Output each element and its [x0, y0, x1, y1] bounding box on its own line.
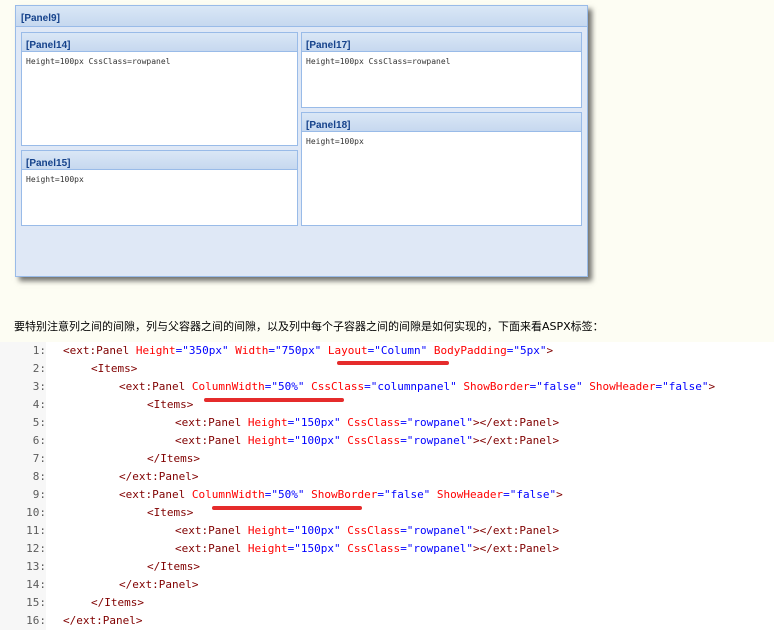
- line-number: 9:: [0, 486, 46, 504]
- panel-15-title: [Panel15]: [26, 158, 71, 169]
- code-line: 7: </Items>: [0, 450, 774, 468]
- line-number: 3:: [0, 378, 46, 396]
- panel-14-title: [Panel14]: [26, 40, 71, 51]
- code-line: 15: </Items>: [0, 594, 774, 612]
- code-line: 11: <ext:Panel Height="100px" CssClass="r…: [0, 522, 774, 540]
- line-number: 6:: [0, 432, 46, 450]
- line-number: 1:: [0, 342, 46, 360]
- line-number: 5:: [0, 414, 46, 432]
- line-number: 15:: [0, 594, 46, 612]
- code-line: 13: </Items>: [0, 558, 774, 576]
- panel-14: [Panel14] Height=100px CssClass=rowpanel: [21, 32, 298, 146]
- panel-demo-screenshot: [Panel9] [Panel14] Height=100px CssClass…: [15, 5, 588, 277]
- highlight-underline-layout: [337, 361, 449, 365]
- code-line: 8: </ext:Panel>: [0, 468, 774, 486]
- panel-17: [Panel17] Height=100px CssClass=rowpanel: [301, 32, 582, 108]
- line-number: 10:: [0, 504, 46, 522]
- line-number: 16:: [0, 612, 46, 630]
- code-line: 12: <ext:Panel Height="150px" CssClass="r…: [0, 540, 774, 558]
- code-line: 3: <ext:Panel ColumnWidth="50%" CssClass=…: [0, 378, 774, 396]
- panel-18-body: Height=100px: [306, 137, 364, 146]
- panel-18-header: [Panel18]: [302, 113, 581, 132]
- code-line: 5: <ext:Panel Height="150px" CssClass="ro…: [0, 414, 774, 432]
- panel-17-body: Height=100px CssClass=rowpanel: [306, 57, 451, 66]
- code-line: 9: <ext:Panel ColumnWidth="50%" ShowBorde…: [0, 486, 774, 504]
- highlight-underline-columnwidth-1: [204, 398, 344, 402]
- panel-17-title: [Panel17]: [306, 40, 351, 51]
- code-line: 14: </ext:Panel>: [0, 576, 774, 594]
- line-number: 14:: [0, 576, 46, 594]
- line-number: 8:: [0, 468, 46, 486]
- panel-14-header: [Panel14]: [22, 33, 297, 52]
- panel-17-header: [Panel17]: [302, 33, 581, 52]
- outer-panel-body: [Panel14] Height=100px CssClass=rowpanel…: [16, 27, 587, 276]
- line-number: 4:: [0, 396, 46, 414]
- code-line: 4: <Items>: [0, 396, 774, 414]
- line-number: 11:: [0, 522, 46, 540]
- panel-18: [Panel18] Height=100px: [301, 112, 582, 226]
- line-number: 2:: [0, 360, 46, 378]
- panel-14-body: Height=100px CssClass=rowpanel: [26, 57, 171, 66]
- panel-18-title: [Panel18]: [306, 120, 351, 131]
- highlight-underline-columnwidth-2: [212, 506, 362, 510]
- code-line: 6: <ext:Panel Height="100px" CssClass="ro…: [0, 432, 774, 450]
- code-line: 1: <ext:Panel Height="350px" Width="750px…: [0, 342, 774, 360]
- panel-15: [Panel15] Height=100px: [21, 150, 298, 226]
- line-number: 12:: [0, 540, 46, 558]
- outer-panel-title: [Panel9]: [21, 13, 60, 24]
- panel-15-body: Height=100px: [26, 175, 84, 184]
- outer-panel-header: [Panel9]: [16, 6, 587, 27]
- line-number: 7:: [0, 450, 46, 468]
- line-number: 13:: [0, 558, 46, 576]
- code-block: 1: <ext:Panel Height="350px" Width="750px…: [0, 342, 774, 630]
- description-text: 要特别注意列之间的间隙，列与父容器之间的间隙，以及列中每个子容器之间的间隙是如何…: [14, 320, 604, 333]
- code-line: 10: <Items>: [0, 504, 774, 522]
- code-line: 16: </ext:Panel>: [0, 612, 774, 630]
- panel-15-header: [Panel15]: [22, 151, 297, 170]
